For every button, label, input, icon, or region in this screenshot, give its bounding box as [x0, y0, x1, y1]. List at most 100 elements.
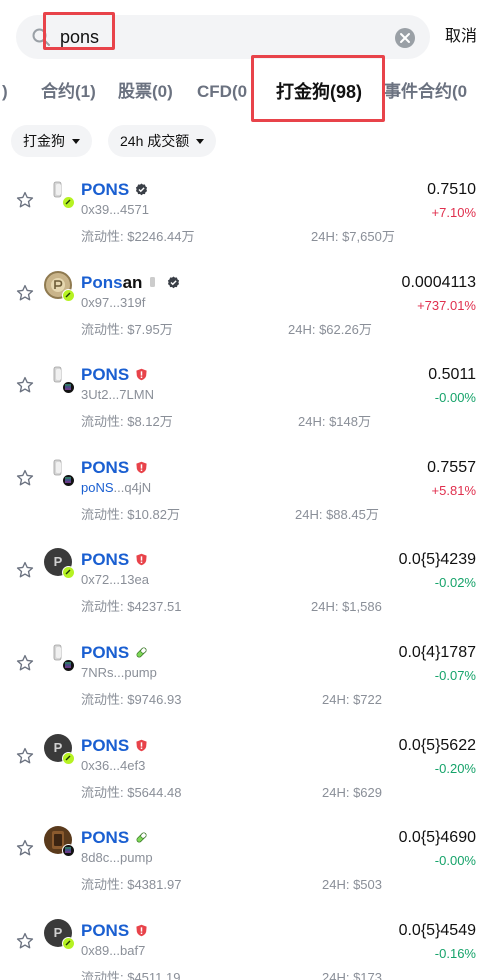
token-address: 0x39...4571 [81, 201, 149, 218]
token-price: 0.0{5}4549 [398, 921, 476, 939]
token-address-text: 0x89...baf7 [81, 942, 146, 958]
star-icon[interactable] [16, 191, 34, 209]
bnb-chain-icon [62, 196, 75, 209]
solana-chain-icon [62, 658, 75, 672]
volume-text: 24H: $62.26万 [288, 321, 372, 337]
cancel-button[interactable]: 取消 [445, 26, 477, 48]
warning-icon [135, 736, 148, 751]
bnb-chain-icon [62, 566, 75, 580]
caret-down-icon [196, 139, 205, 144]
price-change: -0.16% [434, 945, 476, 961]
volume-text: 24H: $173 [322, 969, 382, 980]
bnb-chain-icon [62, 288, 75, 302]
token-address-text: 0x39...4571 [81, 202, 149, 217]
token-name: PONS [81, 735, 130, 755]
token-address-rest: ...q4jN [113, 479, 152, 495]
category-filter[interactable]: 打金狗 [11, 125, 92, 157]
price-change: +5.81% [431, 482, 476, 498]
pons-small-icon [148, 273, 161, 287]
search-highlight-box [43, 12, 115, 50]
token-price: 0.0004113 [401, 273, 476, 291]
price-change: -0.00% [434, 390, 476, 406]
star-icon[interactable] [16, 839, 34, 857]
tab-stocks[interactable]: 股票(0) [118, 80, 173, 104]
solana-chain-icon [62, 381, 75, 395]
token-row[interactable]: P PONS 0x72...13ea 流动性: $4237.51 24H: $1,586… [0, 534, 500, 627]
tab-cfd[interactable]: CFD(0 [197, 80, 247, 104]
tab-event-contracts[interactable]: 事件合约(0 [384, 80, 467, 104]
token-price: 0.7557 [427, 458, 476, 476]
token-name: PONS [81, 920, 130, 940]
token-row[interactable]: P PONS 0x89...baf7 流动性: $4511.19 24H: $173 0.… [0, 905, 500, 980]
token-name-line: PONS [81, 457, 148, 479]
token-row[interactable]: PONS 7NRs...pump 流动性: $9746.93 24H: $722 0.0… [0, 627, 500, 720]
token-address-text: 0x97...319f [81, 294, 146, 310]
token-name-line: PONS [81, 364, 148, 386]
sort-filter-label: 24h 成交额 [120, 133, 190, 149]
liquidity-text: 流动性: $7.95万 [81, 321, 173, 337]
liquidity-text: 流动性: $10.82万 [81, 506, 180, 522]
token-address: 0x72...13ea [81, 571, 149, 588]
token-row[interactable]: PONS 0x39...4571 流动性: $2246.44万 24H: $7,650… [0, 164, 500, 257]
token-list: PONS 0x39...4571 流动性: $2246.44万 24H: $7,650… [0, 164, 500, 980]
token-name-line: PONS [81, 179, 148, 201]
star-icon[interactable] [16, 747, 34, 765]
token-name: PONS [81, 550, 130, 570]
tab-prev-partial[interactable]: ) [2, 80, 8, 104]
token-address-text: 7NRs...pump [81, 664, 157, 680]
token-row[interactable]: P PONS 0x36...4ef3 流动性: $5644.48 24H: $629 0.… [0, 720, 500, 813]
bnb-chain-icon [62, 936, 75, 950]
token-name-rest: an [122, 272, 143, 292]
star-icon[interactable] [16, 284, 34, 302]
token-address-text: 3Ut2...7LMN [81, 387, 154, 403]
star-icon[interactable] [16, 469, 34, 487]
liquidity-text: 流动性: $4381.97 [81, 877, 182, 893]
token-price: 0.7510 [427, 181, 476, 198]
price-change: -0.00% [434, 853, 476, 869]
volume-text: 24H: $88.45万 [295, 506, 379, 522]
pill-icon [135, 828, 148, 843]
token-address-match: poNS [81, 479, 114, 495]
volume-text: 24H: $629 [322, 784, 382, 800]
token-row[interactable]: PONS 3Ut2...7LMN 流动性: $8.12万 24H: $148万 0.50… [0, 349, 500, 442]
sort-filter[interactable]: 24h 成交额 [108, 125, 217, 157]
volume-text: 24H: $503 [322, 877, 382, 893]
star-icon[interactable] [16, 932, 34, 950]
price-change: +7.10% [431, 205, 476, 220]
star-icon[interactable] [16, 561, 34, 579]
token-name-line: PONS [81, 827, 148, 849]
pill-icon [135, 643, 148, 658]
token-address: poNS...q4jN [81, 479, 151, 496]
token-row[interactable]: PONS 8d8c...pump 流动性: $4381.97 24H: $503 0.0… [0, 812, 500, 905]
token-price: 0.0{5}4239 [398, 551, 476, 569]
star-icon[interactable] [16, 654, 34, 672]
category-filter-label: 打金狗 [23, 133, 65, 149]
token-name-match: Pons [81, 272, 123, 292]
token-address: 0x89...baf7 [81, 942, 145, 959]
token-address: 3Ut2...7LMN [81, 386, 154, 403]
star-icon[interactable] [16, 376, 34, 394]
token-price: 0.5011 [428, 366, 476, 384]
warning-icon [135, 365, 148, 381]
warning-icon [135, 458, 148, 474]
token-address: 0x36...4ef3 [81, 757, 145, 774]
token-row[interactable]: Ponsan 0x97...319f 流动性: $7.95万 24H: $62.26万… [0, 257, 500, 350]
price-change: -0.20% [434, 760, 476, 776]
liquidity-text: 流动性: $4511.19 [81, 969, 181, 980]
token-name-line: Ponsan [81, 272, 180, 294]
search-header: pons 取消 [0, 0, 500, 72]
token-address: 0x97...319f [81, 294, 145, 311]
token-name-line: PONS [81, 920, 148, 942]
tab-contracts[interactable]: 合约(1) [41, 80, 96, 104]
price-change: -0.07% [434, 667, 476, 683]
verified-icon [167, 273, 180, 288]
token-row[interactable]: PONS poNS...q4jN 流动性: $10.82万 24H: $88.45万 0… [0, 442, 500, 535]
token-price: 0.0{4}1787 [398, 643, 476, 661]
solana-chain-icon [62, 473, 75, 487]
liquidity-text: 流动性: $8.12万 [81, 414, 173, 430]
caret-down-icon [72, 139, 80, 144]
token-name: PONS [81, 642, 130, 662]
token-address-text: 0x72...13ea [81, 572, 149, 588]
token-price: 0.0{5}5622 [398, 736, 476, 754]
clear-icon[interactable] [395, 28, 415, 48]
